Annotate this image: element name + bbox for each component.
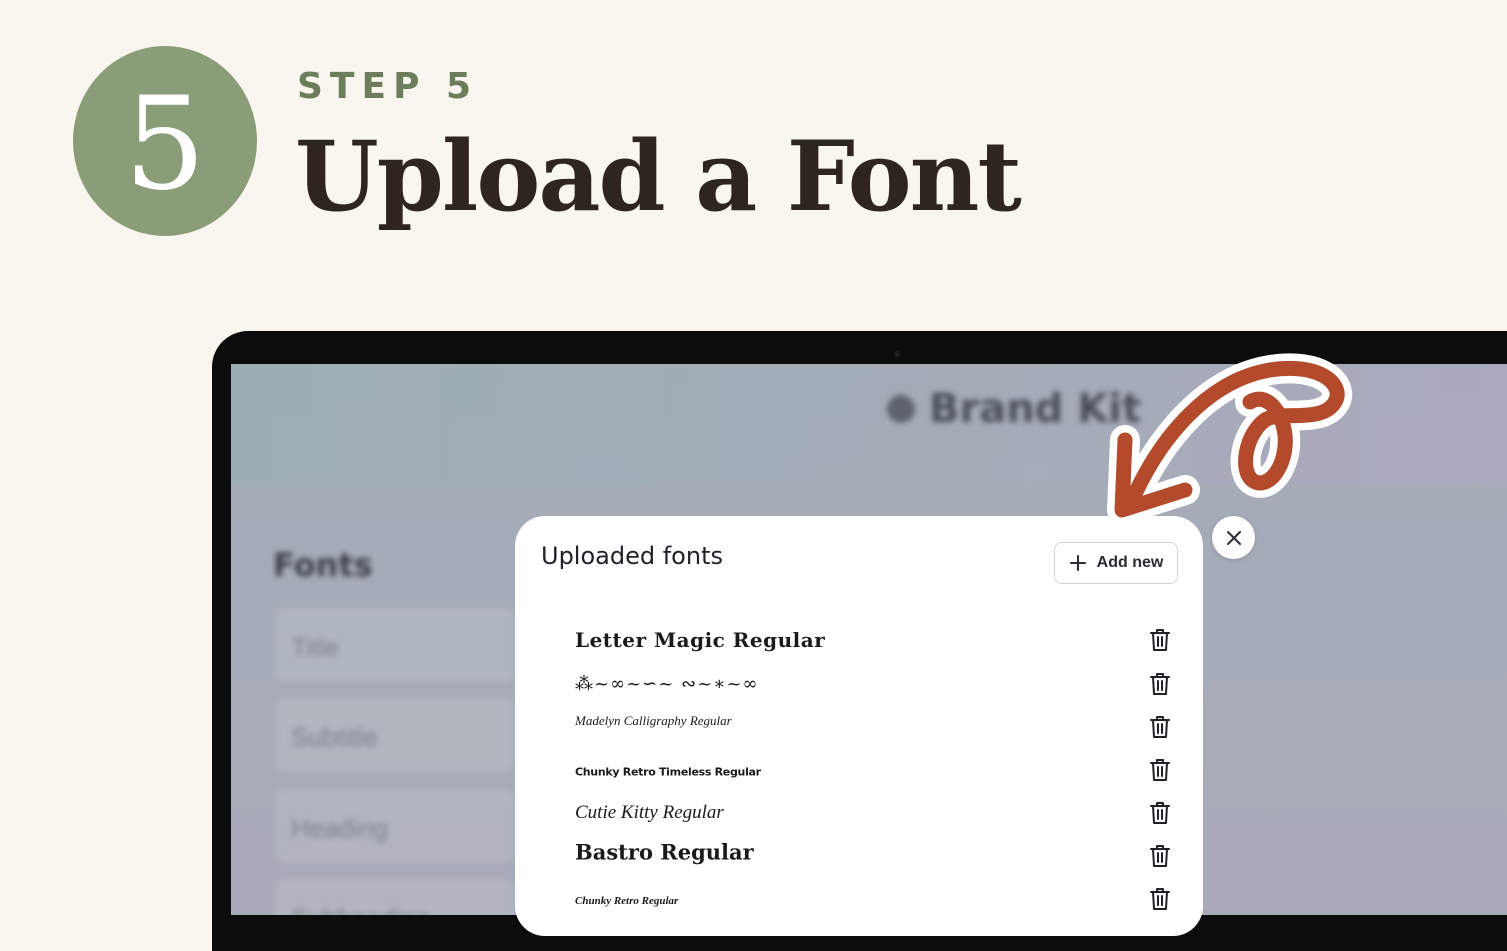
font-name: Cutie Kitty Regular: [575, 802, 724, 823]
plus-icon: [1069, 555, 1086, 571]
arrow-icon: [1107, 353, 1353, 525]
font-list-item: Bastro Regular: [575, 839, 1175, 871]
font-field-subheading: Subheading: [275, 879, 515, 915]
font-field-title: Title: [275, 608, 515, 682]
step-circle: 5: [73, 46, 257, 236]
step-number: 5: [124, 70, 206, 219]
font-list-item: Letter Magic Regular: [575, 625, 1175, 655]
font-name: Chunky Retro Timeless Regular: [575, 765, 761, 779]
font-name: Madelyn Calligraphy Regular: [575, 713, 732, 728]
font-list-item: Chunky Retro Regular: [575, 884, 1175, 914]
font-name: Chunky Retro Regular: [575, 895, 679, 907]
font-list-item: Cutie Kitty Regular: [575, 798, 1175, 828]
trash-icon[interactable]: [1149, 887, 1171, 911]
trash-icon[interactable]: [1149, 672, 1171, 696]
font-name: Bastro Regular: [575, 839, 754, 865]
font-name: Letter Magic Regular: [575, 628, 826, 652]
add-new-label: Add new: [1096, 554, 1164, 571]
trash-icon[interactable]: [1149, 715, 1171, 739]
uploaded-fonts-modal: Uploaded fonts Add new Letter Magic Regu…: [515, 516, 1203, 936]
modal-title: Uploaded fonts: [541, 542, 723, 570]
font-field-subtitle: Subtitle: [275, 698, 515, 772]
font-name: ⁂~∞~∽~ ∾~∗~∞: [575, 673, 759, 695]
step-label: STEP 5: [297, 66, 479, 107]
font-list-item: ⁂~∞~∽~ ∾~∗~∞: [575, 669, 1175, 699]
laptop-camera: [894, 351, 900, 357]
font-list-item: Madelyn Calligraphy Regular: [575, 712, 1175, 742]
font-field-heading: Heading: [275, 789, 515, 863]
fonts-section-heading: Fonts: [273, 546, 373, 584]
add-new-button[interactable]: Add new: [1054, 542, 1178, 584]
trash-icon[interactable]: [1149, 801, 1171, 825]
trash-icon[interactable]: [1149, 758, 1171, 782]
brand-kit-dot-icon: [887, 395, 915, 423]
trash-icon[interactable]: [1149, 844, 1171, 868]
trash-icon[interactable]: [1149, 628, 1171, 652]
font-list-item: Chunky Retro Timeless Regular: [575, 755, 1175, 785]
page-title: Upload a Font: [295, 120, 1022, 233]
